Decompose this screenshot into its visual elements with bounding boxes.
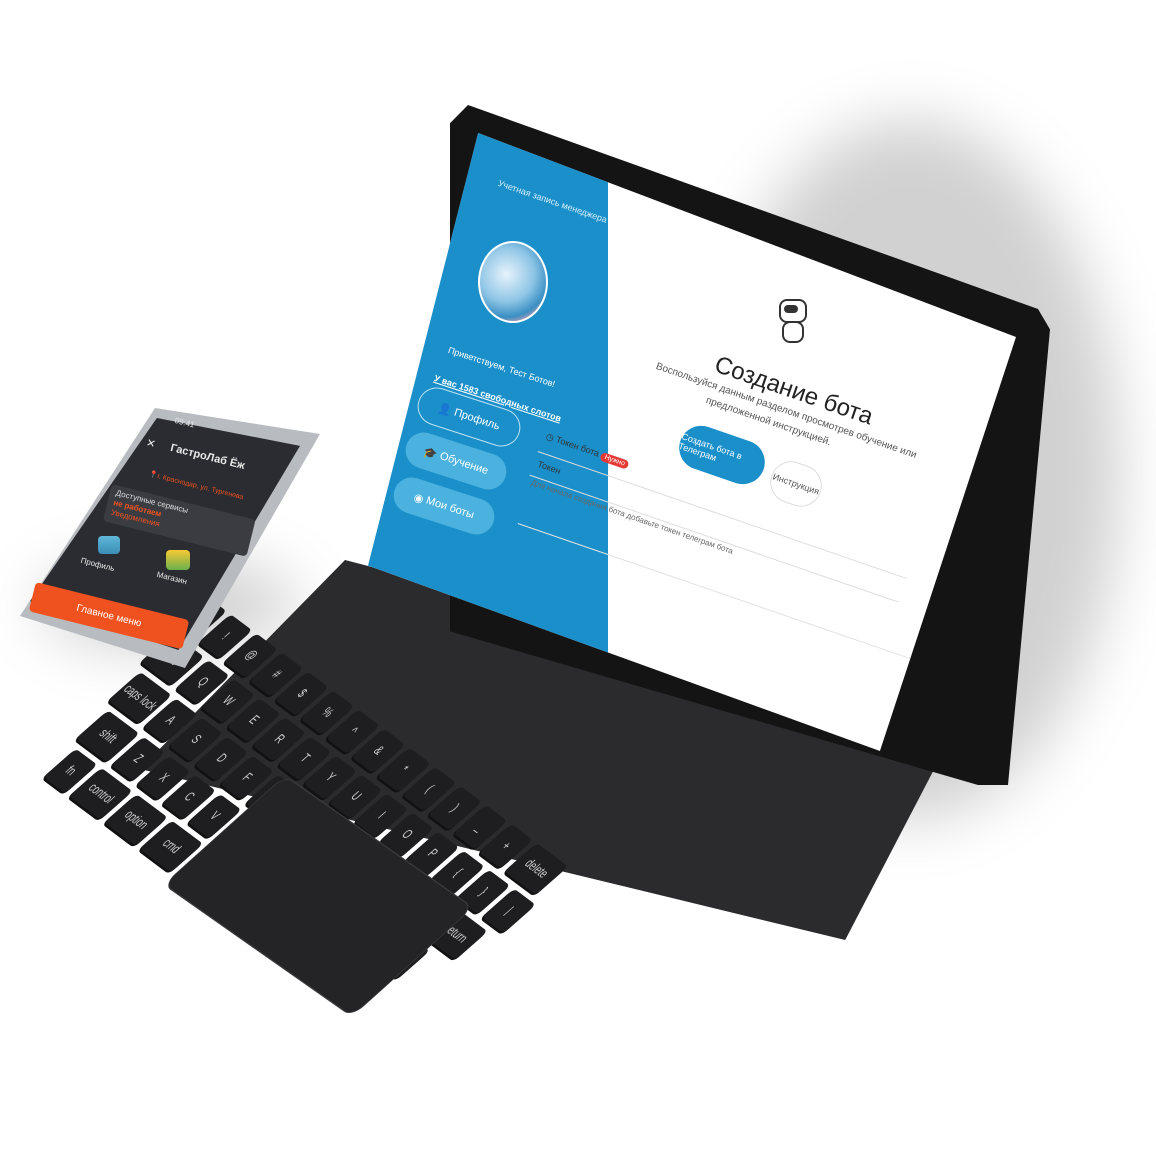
token-input-placeholder: Токен <box>536 458 563 477</box>
create-bot-button[interactable]: Создать бота в Телеграм <box>673 419 771 491</box>
phone-main-menu-label: Главное меню <box>75 602 143 630</box>
menu-profile-label: Профиль <box>452 406 502 433</box>
phone-tile-profile-icon[interactable] <box>98 536 120 554</box>
menu-learning-label: Обучение <box>438 450 490 478</box>
avatar <box>478 241 548 323</box>
menu-mybots-label: Мои боты <box>424 494 476 522</box>
robot-icon <box>773 293 809 347</box>
create-bot-label: Создать бота в Телеграм <box>677 431 744 463</box>
instruction-label: Инструкция <box>771 471 821 497</box>
instruction-button[interactable]: Инструкция <box>764 455 828 513</box>
phone-tile-shop-icon[interactable] <box>166 550 190 570</box>
